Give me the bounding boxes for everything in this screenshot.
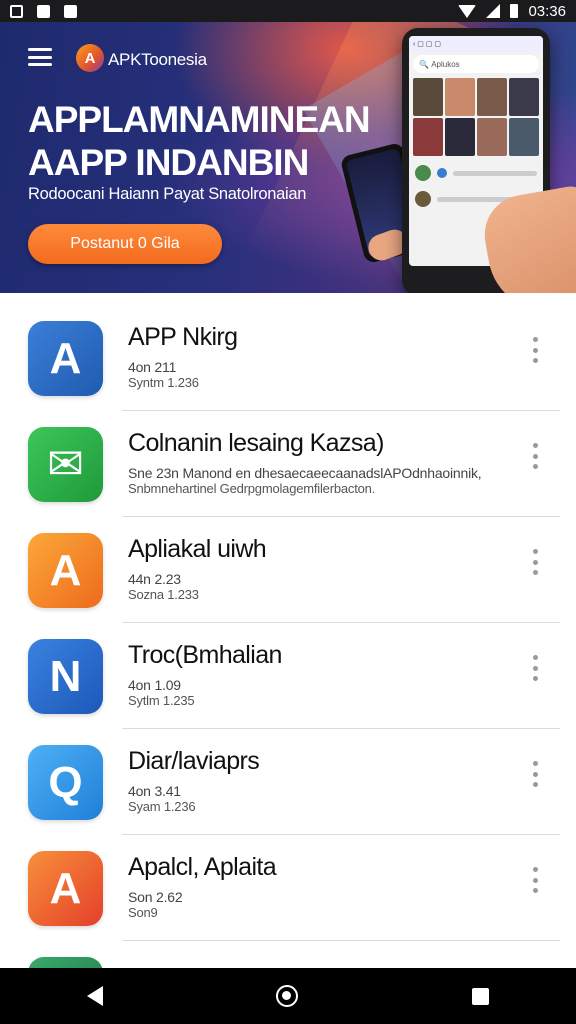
hero-subtitle: Rodoocani Haiann Payat Snatolronaian bbox=[28, 185, 307, 203]
app-list: A APP Nkirg 4on 211 Syntm 1.236 ✉ Colnan… bbox=[0, 293, 576, 1024]
hero-banner[interactable]: A APKToonesia APPLAMNAMINEAN AAPP INDANB… bbox=[0, 22, 576, 293]
app-meta: Son 2.62 bbox=[128, 889, 183, 905]
q-search-icon: Q bbox=[28, 745, 103, 820]
green-envelope-icon: ✉ bbox=[28, 427, 103, 502]
app-name: Apliakal uiwh bbox=[128, 535, 267, 563]
a-triangle-icon: A bbox=[28, 533, 103, 608]
image-icon bbox=[64, 4, 77, 18]
app-name: Troc(Bmhalian bbox=[128, 641, 282, 669]
more-options-icon[interactable] bbox=[525, 761, 545, 787]
list-item[interactable]: N Troc(Bmhalian 4on 1.09 Sytlm 1.235 bbox=[0, 611, 576, 729]
app-meta: 4on 211 bbox=[128, 359, 177, 375]
app-meta: 44n 2.23 bbox=[128, 571, 181, 587]
a-logo-icon: A bbox=[28, 321, 103, 396]
navigation-bar bbox=[0, 968, 576, 1024]
list-item[interactable]: ✉ Colnanin lesaing Kazsa) Sne 23n Manond… bbox=[0, 399, 576, 517]
recents-icon[interactable] bbox=[472, 987, 490, 1005]
app-meta: Snbmnehartinel Gedrpgmolagemfilerbacton. bbox=[128, 481, 376, 496]
brand-name: APKToonesia bbox=[108, 50, 207, 69]
app-name: Colnanin lesaing Kazsa) bbox=[128, 429, 384, 457]
phone-search: 🔍 Aplukos bbox=[413, 55, 539, 73]
app-meta: Syam 1.236 bbox=[128, 799, 196, 814]
status-time: 03:36 bbox=[528, 2, 566, 20]
app-meta: Sozna 1.233 bbox=[128, 587, 199, 602]
app-name: Diar/laviaprs bbox=[128, 747, 260, 775]
battery-icon bbox=[510, 4, 519, 18]
more-options-icon[interactable] bbox=[525, 867, 545, 893]
back-icon[interactable] bbox=[86, 986, 103, 1006]
sim-icon bbox=[10, 4, 23, 18]
system-icons: 03:36 bbox=[458, 3, 566, 20]
status-bar: 03:36 bbox=[0, 0, 576, 22]
signal-icon bbox=[486, 4, 501, 18]
list-item[interactable]: Q Diar/laviaprs 4on 3.41 Syam 1.236 bbox=[0, 717, 576, 835]
app-name: Apalcl, Aplaita bbox=[128, 853, 277, 881]
app-name: APP Nkirg bbox=[128, 323, 238, 351]
n-logo-icon: N bbox=[28, 639, 103, 714]
more-options-icon[interactable] bbox=[525, 549, 545, 575]
app-meta: Son9 bbox=[128, 905, 158, 920]
more-options-icon[interactable] bbox=[525, 443, 545, 469]
app-meta: Sne 23n Manond en dhesaecaeecaanadslAPOd… bbox=[128, 465, 482, 481]
notification-icons bbox=[10, 4, 77, 18]
a-color-icon: A bbox=[28, 851, 103, 926]
list-item[interactable]: A APP Nkirg 4on 211 Syntm 1.236 bbox=[0, 293, 576, 411]
app-meta: 4on 3.41 bbox=[128, 783, 181, 799]
list-item[interactable]: A Apalcl, Aplaita Son 2.62 Son9 bbox=[0, 823, 576, 941]
app-meta: Sytlm 1.235 bbox=[128, 693, 195, 708]
hamburger-menu-icon[interactable] bbox=[28, 48, 52, 66]
home-icon[interactable] bbox=[276, 985, 299, 1007]
list-item[interactable]: A Apliakal uiwh 44n 2.23 Sozna 1.233 bbox=[0, 505, 576, 623]
more-options-icon[interactable] bbox=[525, 655, 545, 681]
more-options-icon[interactable] bbox=[525, 337, 545, 363]
app-meta: Syntm 1.236 bbox=[128, 375, 199, 390]
apk-logo-icon: A bbox=[76, 44, 104, 72]
app-meta: 4on 1.09 bbox=[128, 677, 181, 693]
hero-cta-button[interactable]: Postanut 0 Gila bbox=[28, 224, 222, 264]
phone-topbar: ‹ ▢ ▢ ▢ bbox=[409, 36, 543, 52]
mail-icon bbox=[37, 4, 50, 18]
wifi-icon bbox=[458, 4, 477, 18]
phone-photo-grid bbox=[409, 76, 543, 158]
